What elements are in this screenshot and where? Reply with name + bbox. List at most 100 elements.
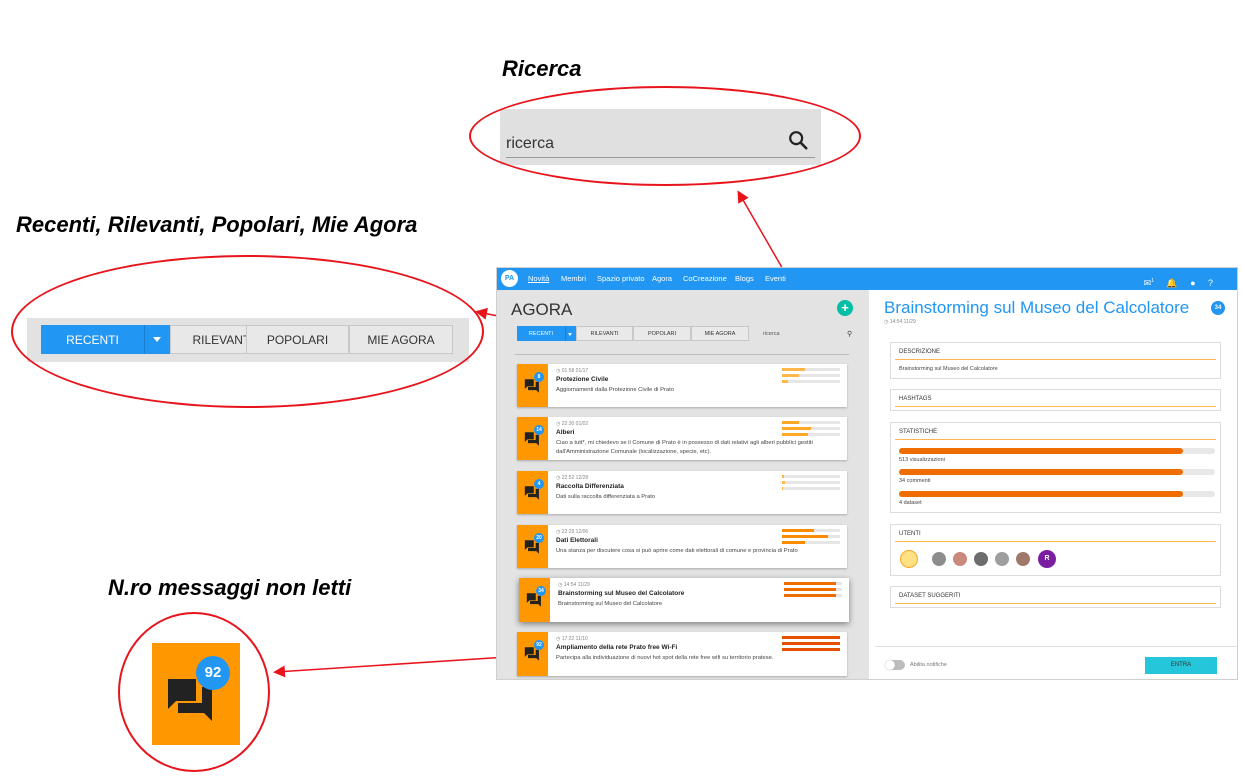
- tab-popolari[interactable]: POPOLARI: [633, 326, 691, 341]
- avatar[interactable]: [932, 552, 946, 566]
- nav-cocreazione[interactable]: CoCreazione: [683, 274, 727, 283]
- unread-count-badge: 8: [534, 372, 544, 382]
- agora-detail-panel: Brainstorming sul Museo del Calcolatore …: [869, 290, 1237, 679]
- unread-count-badge: 4: [534, 479, 544, 489]
- card-activity-bars: [782, 529, 840, 547]
- tab-label: POPOLARI: [647, 331, 677, 337]
- notification-count: 1: [1151, 278, 1154, 284]
- tab-mie-agora[interactable]: MIE AGORA: [691, 326, 749, 341]
- card-icon-box: [517, 417, 548, 460]
- card-activity-bars: [784, 582, 842, 600]
- agora-card[interactable]: 20 ◷ 22:29 12/06 Dati Elettorali Una sta…: [517, 525, 847, 568]
- detail-timestamp: ◷ 14:54 11/29: [884, 319, 916, 325]
- card-timestamp-text: 14:54 11/29: [563, 582, 590, 588]
- hashtags-box: HASHTAGS: [890, 389, 1221, 411]
- card-title: Ampliamento della rete Prato free Wi-Fi: [556, 644, 678, 651]
- section-underline: [895, 406, 1216, 407]
- logo[interactable]: PA: [501, 270, 518, 287]
- toggle-label: Abilita notifiche: [910, 662, 947, 668]
- avatar[interactable]: [953, 552, 967, 566]
- card-title: Brainstorming sul Museo del Calcolatore: [558, 590, 685, 597]
- agora-card[interactable]: 8 ◷ 01:58 01/17 Protezione Civile Aggior…: [517, 364, 847, 407]
- card-description: Brainstorming sul Museo del Calcolatore: [558, 601, 663, 607]
- avatar[interactable]: [900, 550, 918, 568]
- card-timestamp-text: 22:29 12/06: [561, 529, 589, 535]
- section-underline: [895, 541, 1216, 542]
- section-underline: [895, 603, 1216, 604]
- card-timestamp: ◷ 22:30 01/02: [556, 421, 589, 427]
- unread-count-badge: 34: [536, 586, 546, 596]
- search-icon[interactable]: ⚲: [847, 330, 852, 338]
- section-title: STATISTICHE: [899, 429, 938, 435]
- section-title: HASHTAGS: [899, 396, 932, 402]
- stat-label: 34 commenti: [899, 478, 931, 484]
- add-agora-button[interactable]: +: [837, 300, 853, 316]
- statistiche-box: STATISTICHE 513 visualizzazioni 34 comme…: [890, 422, 1221, 513]
- card-timestamp-text: 22:52 12/28: [561, 475, 589, 481]
- agora-card[interactable]: 14 ◷ 22:30 01/02 Alberi Ciao a tutt*, mi…: [517, 417, 847, 460]
- card-timestamp: ◷ 22:52 12/28: [556, 475, 589, 481]
- card-timestamp: ◷ 17:22 11/10: [556, 636, 588, 642]
- card-icon-box: [517, 471, 548, 514]
- card-timestamp-text: 01:58 01/17: [561, 368, 589, 374]
- card-activity-bars: [782, 368, 840, 386]
- section-title: DESCRIZIONE: [899, 349, 941, 355]
- top-icons: ✉1 🔔 ● ?: [1136, 273, 1213, 291]
- nav-agora[interactable]: Agora: [652, 274, 672, 283]
- top-navbar: PA Novità Membri Spazio privato Agora Co…: [497, 268, 1237, 291]
- section-title: UTENTI: [899, 531, 921, 537]
- tab-recenti-dropdown[interactable]: [565, 326, 576, 341]
- enter-button[interactable]: ENTRA: [1145, 657, 1217, 674]
- card-title: Alberi: [556, 429, 575, 436]
- nav-blogs[interactable]: Blogs: [735, 274, 754, 283]
- tab-recenti[interactable]: RECENTI: [517, 326, 565, 341]
- unread-count-badge: 20: [534, 533, 544, 543]
- card-timestamp-text: 17:22 11/10: [561, 636, 588, 642]
- list-divider: [515, 354, 849, 355]
- card-description: Una stanza per discutere cosa si può apr…: [556, 548, 798, 554]
- stat-fill: [899, 448, 1184, 454]
- caret-down-icon: [568, 333, 572, 336]
- agora-title: AGORA: [511, 300, 573, 319]
- stat-bar: [899, 448, 1215, 454]
- card-description: Dati sulla raccolta differenziata a Prat…: [556, 494, 656, 500]
- search-input[interactable]: ricerca: [763, 331, 780, 337]
- avatar[interactable]: [995, 552, 1009, 566]
- stat-label: 4 dataset: [899, 500, 922, 506]
- card-activity-bars: [782, 636, 840, 654]
- agora-card[interactable]: 92 ◷ 17:22 11/10 Ampliamento della rete …: [517, 632, 847, 676]
- card-title: Raccolta Differenziata: [556, 483, 624, 490]
- agora-card-selected[interactable]: 34 ◷ 14:54 11/29 Brainstorming sul Museo…: [519, 578, 849, 622]
- nav-membri[interactable]: Membri: [561, 274, 586, 283]
- toggle-knob: [885, 660, 895, 670]
- stat-fill: [899, 491, 1184, 497]
- avatar[interactable]: R: [1038, 550, 1056, 568]
- card-description: Partecipa alla individuazione di nuovi h…: [556, 655, 774, 661]
- dataset-box: DATASET SUGGERITI: [890, 586, 1221, 608]
- section-underline: [895, 439, 1216, 440]
- nav-eventi[interactable]: Eventi: [765, 274, 786, 283]
- bell-icon[interactable]: 🔔: [1166, 278, 1177, 289]
- card-timestamp: ◷ 22:29 12/06: [556, 529, 589, 535]
- help-icon[interactable]: ?: [1208, 278, 1213, 288]
- nav-novita[interactable]: Novità: [528, 274, 549, 283]
- detail-count-badge: 34: [1211, 301, 1225, 315]
- unread-count-badge: 14: [534, 425, 544, 435]
- utenti-box: UTENTI R: [890, 524, 1221, 576]
- notification-icon[interactable]: ✉1: [1144, 278, 1154, 289]
- descrizione-box: DESCRIZIONE Brainstorming sul Museo del …: [890, 342, 1221, 379]
- avatar[interactable]: [1016, 552, 1030, 566]
- descrizione-text: Brainstorming sul Museo del Calcolatore: [899, 366, 998, 372]
- notifications-toggle[interactable]: [885, 660, 905, 670]
- tab-rilevanti[interactable]: RILEVANTI: [576, 326, 633, 341]
- user-icon[interactable]: ●: [1190, 278, 1195, 288]
- agora-card[interactable]: 4 ◷ 22:52 12/28 Raccolta Differenziata D…: [517, 471, 847, 514]
- card-timestamp: ◷ 14:54 11/29: [558, 582, 590, 588]
- stat-bar: [899, 469, 1215, 475]
- nav-spazio-privato[interactable]: Spazio privato: [597, 274, 645, 283]
- stat-fill: [899, 469, 1184, 475]
- detail-timestamp-text: 14:54 11/29: [889, 319, 916, 325]
- footer-divider: [875, 646, 1237, 647]
- avatar[interactable]: [974, 552, 988, 566]
- card-activity-bars: [782, 421, 840, 439]
